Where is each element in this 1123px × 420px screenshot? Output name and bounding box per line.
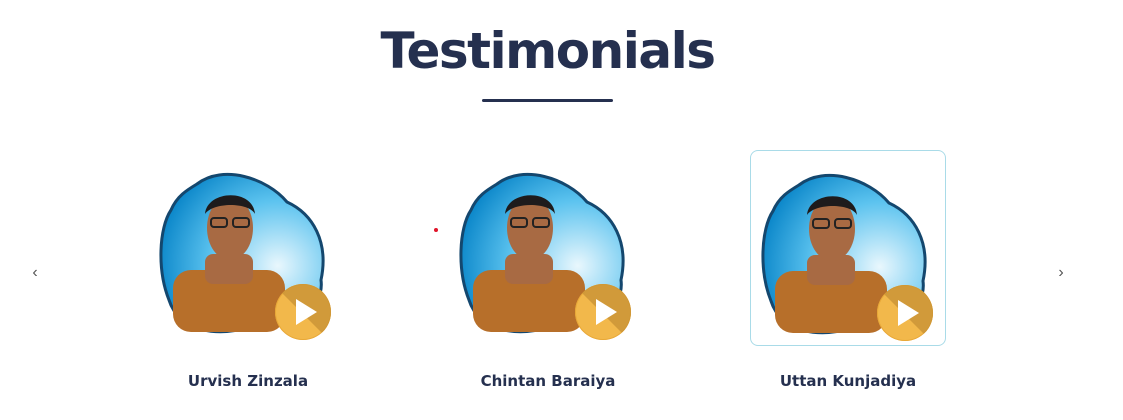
carousel-prev-button[interactable]: ‹ [24, 262, 46, 284]
testimonial-card[interactable] [149, 150, 345, 346]
testimonial-card[interactable] [449, 150, 645, 346]
carousel-next-button[interactable]: › [1050, 262, 1072, 284]
play-icon [596, 299, 617, 325]
testimonial-name: Uttan Kunjadiya [779, 372, 917, 390]
decorative-dot [434, 228, 438, 232]
chevron-left-icon: ‹ [32, 264, 38, 281]
play-icon [898, 300, 919, 326]
testimonial-card[interactable] [750, 150, 946, 346]
section-title: Testimonials [380, 22, 716, 80]
testimonial-name: Urvish Zinzala [187, 372, 309, 390]
title-underline [482, 99, 613, 102]
play-button[interactable] [877, 285, 933, 341]
chevron-right-icon: › [1058, 264, 1064, 281]
play-button[interactable] [275, 284, 331, 340]
play-button[interactable] [575, 284, 631, 340]
play-icon [296, 299, 317, 325]
testimonial-name: Chintan Baraiya [480, 372, 616, 390]
